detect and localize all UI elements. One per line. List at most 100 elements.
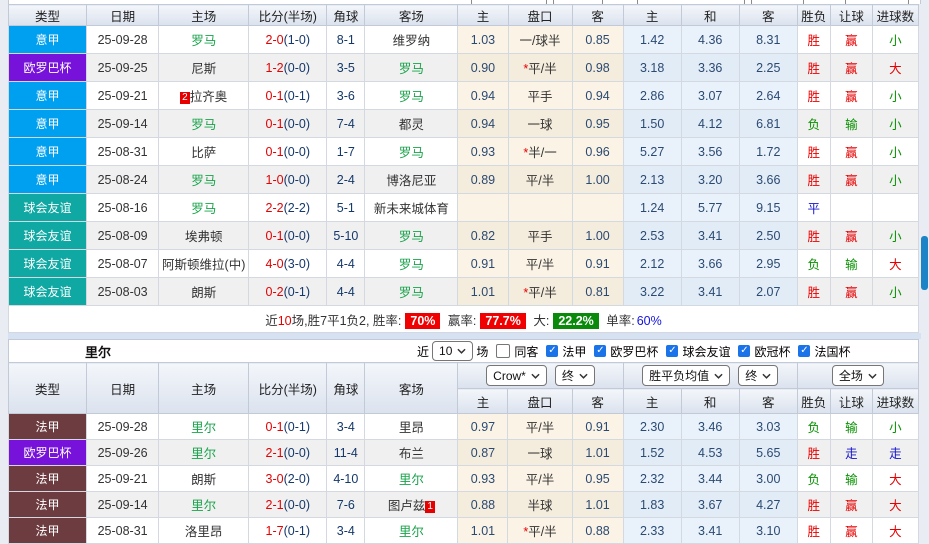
score-cell[interactable]: 1-0(0-0) — [249, 166, 327, 194]
home-team-cell[interactable]: 埃弗顿 — [159, 222, 249, 250]
europe-stage-select-cut[interactable] — [751, 0, 804, 4]
europe-stage-select[interactable]: 终 — [738, 365, 778, 386]
away-team-cell[interactable]: 罗马 — [365, 278, 458, 306]
goals-result-cell: 大 — [872, 518, 918, 544]
handicap-result-cell: 赢 — [830, 278, 872, 306]
single-rate-value: 60% — [637, 314, 662, 328]
goals-result-cell — [872, 194, 918, 222]
home-team-cell[interactable]: 里尔 — [159, 492, 249, 518]
handicap-result-cell: 赢 — [830, 222, 872, 250]
home-team-cell[interactable]: 朗斯 — [159, 278, 249, 306]
odds-stage-select[interactable]: 终 — [555, 365, 595, 386]
europe-draw-cell: 5.77 — [681, 194, 739, 222]
corner-cell: 3-5 — [327, 54, 365, 82]
score-cell[interactable]: 0-1(0-0) — [249, 222, 327, 250]
home-team-cell[interactable]: 阿斯顿维拉(中) — [159, 250, 249, 278]
away-team-cell[interactable]: 都灵 — [365, 110, 458, 138]
odds-company-value: Crow* — [493, 369, 526, 383]
home-team-cell[interactable]: 罗马 — [159, 194, 249, 222]
score-cell[interactable]: 4-0(3-0) — [249, 250, 327, 278]
league-cell: 意甲 — [9, 82, 87, 110]
home-team-cell[interactable]: 2拉齐奥 — [159, 82, 249, 110]
europe-away-cell: 9.15 — [739, 194, 797, 222]
single-rate-label: 单率: — [606, 314, 634, 328]
league2-checkbox[interactable]: ✓ — [594, 345, 606, 357]
home-team-cell[interactable]: 里尔 — [159, 440, 249, 466]
vertical-scrollbar-thumb[interactable] — [921, 236, 928, 290]
away-team-cell[interactable]: 里昂 — [365, 414, 458, 440]
team-name: 罗马 — [191, 34, 216, 48]
date-cell: 25-08-07 — [87, 250, 159, 278]
crow-away-odds-cell: 0.81 — [572, 278, 623, 306]
away-team-cell[interactable]: 博洛尼亚 — [365, 166, 458, 194]
col-goals: 进球数 — [872, 389, 918, 414]
europe-away-cell: 3.10 — [739, 518, 797, 544]
goals-result-cell: 小 — [872, 166, 918, 194]
away-team-cell[interactable]: 罗马 — [365, 222, 458, 250]
away-team-cell[interactable]: 里尔 — [365, 466, 458, 492]
team-name: 罗马 — [399, 90, 424, 104]
europe-away-cell: 5.65 — [739, 440, 797, 466]
score-cell[interactable]: 2-0(1-0) — [249, 26, 327, 54]
wdl-result-cell: 胜 — [797, 278, 830, 306]
near-label: 近 — [417, 343, 429, 360]
score-cell[interactable]: 0-1(0-0) — [249, 138, 327, 166]
away-team-cell[interactable]: 罗马 — [365, 54, 458, 82]
home-team-cell[interactable]: 里尔 — [159, 414, 249, 440]
score-cell[interactable]: 0-1(0-0) — [249, 110, 327, 138]
score-cell[interactable]: 1-7(0-1) — [249, 518, 327, 544]
score-cell[interactable]: 2-2(2-2) — [249, 194, 327, 222]
team-name: 尼斯 — [191, 62, 216, 76]
goals-result-cell: 大 — [872, 492, 918, 518]
away-team-cell[interactable]: 维罗纳 — [365, 26, 458, 54]
odds-company-select[interactable]: Crow* — [486, 365, 547, 386]
league5-checkbox[interactable]: ✓ — [798, 345, 810, 357]
home-team-cell[interactable]: 朗斯 — [159, 466, 249, 492]
scope-select[interactable]: 全场 — [832, 365, 884, 386]
score-cell[interactable]: 2-1(0-0) — [249, 492, 327, 518]
europe-away-cell: 4.27 — [739, 492, 797, 518]
home-team-cell[interactable]: 罗马 — [159, 166, 249, 194]
away-team-cell[interactable]: 罗马 — [365, 250, 458, 278]
handicap-cell: 一/球半 — [508, 26, 572, 54]
score-cell[interactable]: 3-0(2-0) — [249, 466, 327, 492]
away-team-cell[interactable]: 罗马 — [365, 82, 458, 110]
home-team-cell[interactable]: 罗马 — [159, 26, 249, 54]
away-team-cell[interactable]: 罗马 — [365, 138, 458, 166]
home-team-cell[interactable]: 罗马 — [159, 110, 249, 138]
away-team-cell[interactable]: 图卢兹1 — [365, 492, 458, 518]
score-cell[interactable]: 1-2(0-0) — [249, 54, 327, 82]
wdl-result-cell: 胜 — [797, 166, 830, 194]
home-team-cell[interactable]: 洛里昂 — [159, 518, 249, 544]
goals-result-cell: 小 — [872, 222, 918, 250]
match-row: 欧罗巴杯25-09-25尼斯1-2(0-0)3-5罗马0.90*平/半0.983… — [9, 54, 919, 82]
red-card-badge: 1 — [425, 501, 435, 513]
league1-label: 法甲 — [562, 343, 586, 360]
score-cell[interactable]: 2-1(0-0) — [249, 440, 327, 466]
europe-home-cell: 1.24 — [623, 194, 681, 222]
score-cell[interactable]: 0-1(0-1) — [249, 414, 327, 440]
recent-games-select[interactable]: 10 — [432, 341, 473, 361]
away-team-cell[interactable]: 布兰 — [365, 440, 458, 466]
europe-draw-cell: 3.07 — [681, 82, 739, 110]
crow-home-odds-cell: 0.82 — [458, 222, 508, 250]
league3-checkbox[interactable]: ✓ — [666, 345, 678, 357]
away-team-cell[interactable]: 新未来城体育 — [365, 194, 458, 222]
odds-stage-select-cut[interactable] — [553, 0, 603, 4]
date-cell: 25-08-16 — [87, 194, 159, 222]
league4-checkbox[interactable]: ✓ — [738, 345, 750, 357]
home-team-cell[interactable]: 比萨 — [159, 138, 249, 166]
same-away-checkbox[interactable] — [496, 344, 510, 358]
chevron-down-icon — [531, 373, 540, 379]
score-cell[interactable]: 0-1(0-1) — [249, 82, 327, 110]
odds-company-select-cut[interactable] — [471, 0, 547, 4]
away-team-cell[interactable]: 里尔 — [365, 518, 458, 544]
score-cell[interactable]: 0-2(0-1) — [249, 278, 327, 306]
europe-draw-cell: 3.41 — [681, 278, 739, 306]
europe-view-select-cut[interactable] — [637, 0, 745, 4]
europe-view-select[interactable]: 胜平负均值 — [642, 365, 730, 386]
home-team-cell[interactable]: 尼斯 — [159, 54, 249, 82]
crow-home-odds-cell: 0.94 — [458, 110, 508, 138]
league1-checkbox[interactable]: ✓ — [546, 345, 558, 357]
scope-select-cut[interactable] — [845, 0, 909, 4]
